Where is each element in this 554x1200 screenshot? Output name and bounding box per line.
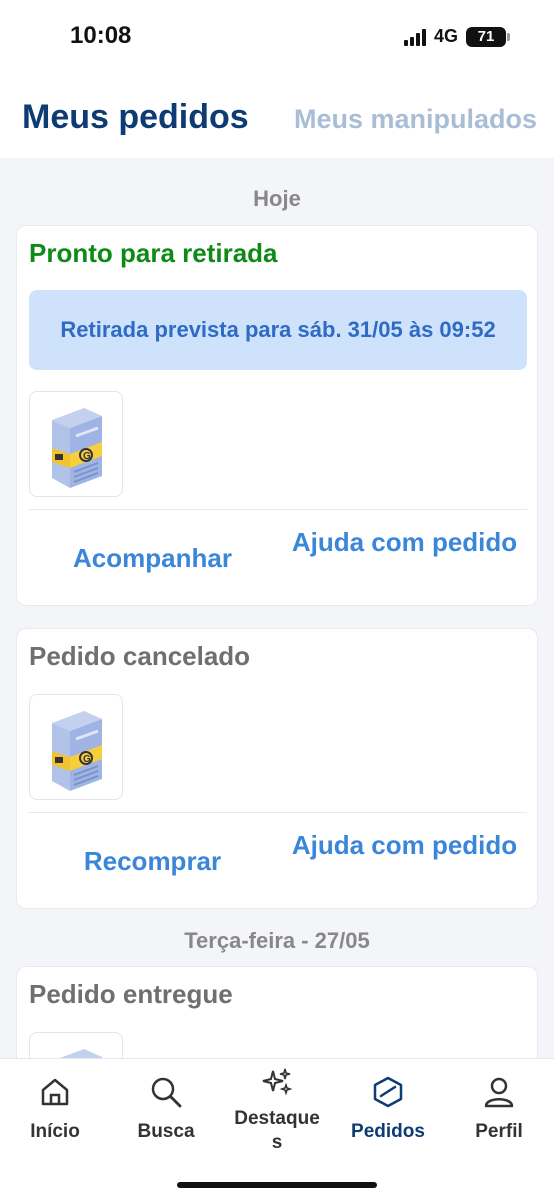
bottom-navigation: Início Busca Destaques Pedidos Perfil (0, 1058, 554, 1200)
rebuy-button[interactable]: Recomprar (25, 845, 280, 878)
tab-meus-manipulados[interactable]: Meus manipulados (294, 104, 537, 135)
nav-inicio[interactable]: Início (0, 1059, 110, 1169)
status-indicators: 4G 71 (403, 26, 510, 47)
search-icon (151, 1077, 182, 1108)
status-bar: 10:08 4G 71 (0, 0, 554, 76)
product-thumbnail[interactable]: G (29, 391, 123, 497)
battery-icon: 71 (466, 26, 510, 47)
pickup-info-banner: Retirada prevista para sáb. 31/05 às 09:… (29, 290, 527, 370)
battery-level: 71 (477, 28, 495, 45)
section-date-tuesday: Terça-feira - 27/05 (184, 928, 370, 953)
order-card-ready[interactable]: Pronto para retirada Retirada prevista p… (16, 225, 538, 606)
nav-label: Pedidos (351, 1121, 425, 1142)
order-status: Pedido entregue (29, 979, 233, 1009)
person-icon (484, 1077, 514, 1108)
order-help-button[interactable]: Ajuda com pedido (277, 829, 532, 862)
order-help-button[interactable]: Ajuda com pedido (277, 526, 532, 559)
product-thumbnail[interactable]: G (29, 694, 123, 800)
tab-meus-pedidos[interactable]: Meus pedidos (22, 98, 249, 137)
order-status: Pedido cancelado (29, 641, 251, 671)
nav-perfil[interactable]: Perfil (444, 1059, 554, 1169)
nav-label: Início (30, 1121, 80, 1142)
nav-destaques[interactable]: Destaques (222, 1059, 332, 1169)
svg-text:G: G (83, 451, 91, 462)
network-type: 4G (433, 26, 458, 46)
home-indicator (177, 1182, 377, 1188)
nav-label: Destaques (234, 1108, 320, 1153)
nav-label: Busca (137, 1121, 195, 1142)
medicine-box-icon: G (52, 408, 102, 488)
card-divider (29, 509, 527, 510)
order-status: Pronto para retirada (29, 238, 278, 268)
order-card-cancelled[interactable]: Pedido cancelado G Recomprar Ajuda com p… (16, 628, 538, 909)
home-icon (41, 1078, 69, 1106)
nav-label: Perfil (475, 1121, 523, 1142)
nav-busca[interactable]: Busca (111, 1059, 221, 1169)
signal-icon (403, 28, 426, 46)
sparkles-icon (262, 1068, 293, 1096)
track-order-button[interactable]: Acompanhar (25, 542, 280, 575)
card-divider (29, 812, 527, 813)
orders-header: Meus pedidos Meus manipulados (0, 76, 554, 158)
box-icon (373, 1076, 403, 1108)
section-date-today: Hoje (253, 186, 301, 211)
status-time: 10:08 (70, 22, 132, 49)
svg-text:G: G (83, 754, 91, 765)
medicine-box-icon: G (52, 711, 102, 791)
nav-pedidos[interactable]: Pedidos (333, 1059, 443, 1169)
